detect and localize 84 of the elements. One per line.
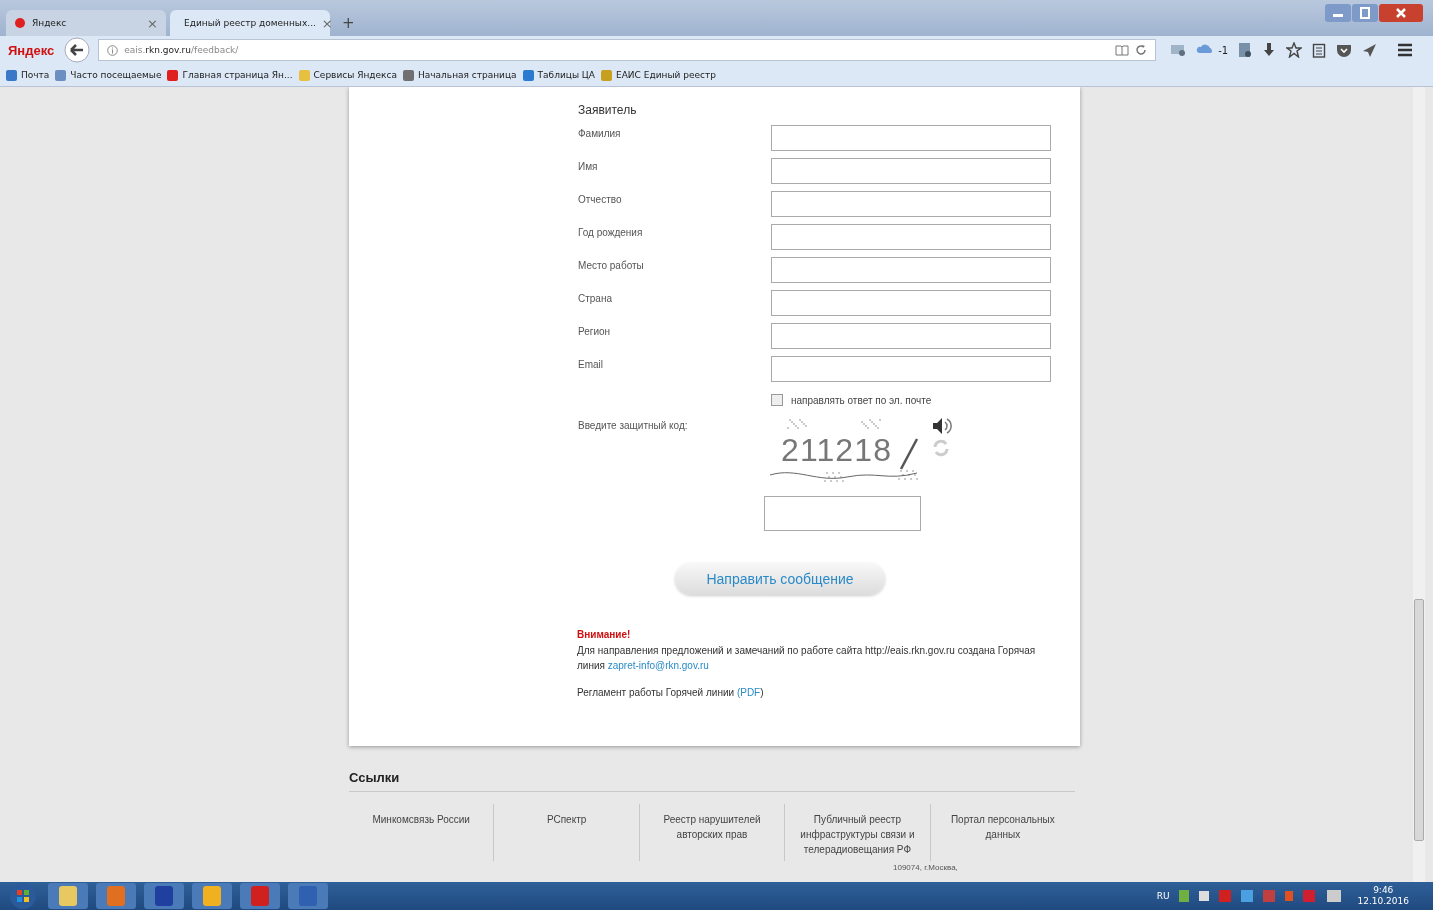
bookmark-item[interactable]: Таблицы ЦА xyxy=(522,69,595,81)
footer-link[interactable]: Портал персональных данных xyxy=(929,804,1076,861)
bookmark-favicon-icon xyxy=(522,69,534,81)
field-label: Имя xyxy=(578,160,599,172)
close-icon[interactable] xyxy=(1379,4,1423,22)
star-icon[interactable] xyxy=(1286,42,1303,58)
text-input[interactable] xyxy=(771,191,1051,217)
bookmark-favicon-icon xyxy=(601,69,612,81)
taskbar-app-icon[interactable] xyxy=(48,883,88,909)
language-indicator[interactable]: RU xyxy=(1156,891,1170,901)
footer-link[interactable]: Минкомсвязь России xyxy=(349,804,494,861)
reload-icon[interactable] xyxy=(1135,44,1148,56)
info-icon xyxy=(107,44,119,56)
url-text: eais.rkn.gov.ru/feedback/ xyxy=(124,45,240,55)
download-icon[interactable] xyxy=(1262,42,1277,58)
sync-count: -1 xyxy=(1218,44,1229,56)
text-input[interactable] xyxy=(771,158,1051,184)
tab-title: Единый реестр доменных... xyxy=(184,18,316,28)
reader-view-icon[interactable] xyxy=(1115,44,1130,56)
checkbox-label: направлять ответ по эл. почте xyxy=(791,394,932,406)
field-label: Страна xyxy=(578,292,613,304)
footer-link[interactable]: РСпектр xyxy=(493,804,639,861)
browser-tab[interactable]: Яндекс × xyxy=(6,10,166,36)
speaker-icon[interactable] xyxy=(932,417,952,435)
field-label: Год рождения xyxy=(578,226,644,238)
browser-tab[interactable]: Единый реестр доменных... × xyxy=(170,10,330,36)
field-label: Email xyxy=(578,358,604,370)
text-input[interactable] xyxy=(771,356,1051,382)
section-title: Заявитель xyxy=(578,103,638,117)
address-bar[interactable]: eais.rkn.gov.ru/feedback/ xyxy=(98,39,1157,61)
close-tab-button[interactable]: × xyxy=(321,15,333,31)
captcha-label: Введите защитный код: xyxy=(578,419,689,431)
back-icon[interactable] xyxy=(64,37,91,63)
notice-title: Внимание! xyxy=(577,629,632,640)
maximize-icon[interactable] xyxy=(1352,4,1378,22)
captcha-input[interactable] xyxy=(764,496,921,531)
text-input[interactable] xyxy=(771,125,1051,151)
taskbar-app-icon[interactable] xyxy=(96,883,136,909)
text-input[interactable] xyxy=(771,224,1051,250)
taskbar-app-icon[interactable] xyxy=(288,883,328,909)
text-input[interactable] xyxy=(771,323,1051,349)
bookmark-item[interactable]: Главная страница Ян... xyxy=(167,69,293,81)
send-icon[interactable] xyxy=(1362,42,1378,58)
bookmark-favicon-icon xyxy=(55,69,67,81)
close-tab-button[interactable]: × xyxy=(147,15,158,31)
field-label: Регион xyxy=(578,325,612,337)
taskbar-app-icon[interactable] xyxy=(192,883,232,909)
field-label: Фамилия xyxy=(578,127,622,139)
tab-title: Яндекс xyxy=(32,18,68,28)
yandex-logo[interactable]: Яндекс xyxy=(8,42,55,58)
text-input[interactable] xyxy=(771,257,1051,283)
bookmark-item[interactable]: Почта xyxy=(6,69,50,81)
bookmark-item[interactable]: Часто посещаемые xyxy=(55,69,162,81)
email-link[interactable]: zapret-info@rkn.gov.ru xyxy=(607,660,709,671)
taskbar-app-icon[interactable] xyxy=(240,883,280,909)
new-tab-button[interactable]: + xyxy=(342,14,355,32)
clock-date: 12.10.2016 xyxy=(1357,896,1409,907)
footer-link[interactable]: Реестр нарушителей авторских прав xyxy=(638,804,785,861)
checkbox[interactable] xyxy=(771,394,783,406)
taskbar-app-icon[interactable] xyxy=(144,883,184,909)
bookmark-favicon-icon xyxy=(6,69,17,81)
field-label: Место работы xyxy=(578,259,645,271)
notice-text: Для направления предложений и замечаний по работе сайта http://eais.rkn.gov.ru создана Горячая линия zapret-info@rkn.gov.ru xyxy=(577,644,1037,673)
menu-icon[interactable] xyxy=(1397,43,1414,57)
footer-link[interactable]: Публичный реестр инфраструктуры связи и телерадиовещания РФ xyxy=(784,804,930,861)
regulation-text: Регламент работы Горячей линии (PDF) xyxy=(577,687,765,698)
bookmark-item[interactable]: ЕАИС Единый реестр xyxy=(601,69,716,81)
minimize-icon[interactable] xyxy=(1325,4,1351,22)
links-title: Ссылки xyxy=(349,770,1075,792)
text-input[interactable] xyxy=(771,290,1051,316)
tab-favicon-icon xyxy=(14,17,26,29)
pocket-icon[interactable] xyxy=(1336,42,1353,58)
bookmark-favicon-icon xyxy=(298,69,310,81)
field-label: Отчество xyxy=(578,193,623,205)
bookmark-item[interactable]: Сервисы Яндекса xyxy=(298,69,397,81)
clipboard-icon[interactable] xyxy=(1312,42,1327,58)
clock-time: 9:46 xyxy=(1373,885,1394,896)
bookmark-item[interactable]: Начальная страница xyxy=(402,69,517,81)
bookmark-favicon-icon xyxy=(402,69,414,81)
scrollbar-thumb[interactable] xyxy=(1414,599,1424,841)
captcha-code: 211218 xyxy=(781,432,891,468)
address-text: 109074, г.Москва, xyxy=(893,863,959,872)
scrollbar[interactable] xyxy=(1413,87,1425,882)
bookmark-favicon-icon xyxy=(167,69,179,81)
